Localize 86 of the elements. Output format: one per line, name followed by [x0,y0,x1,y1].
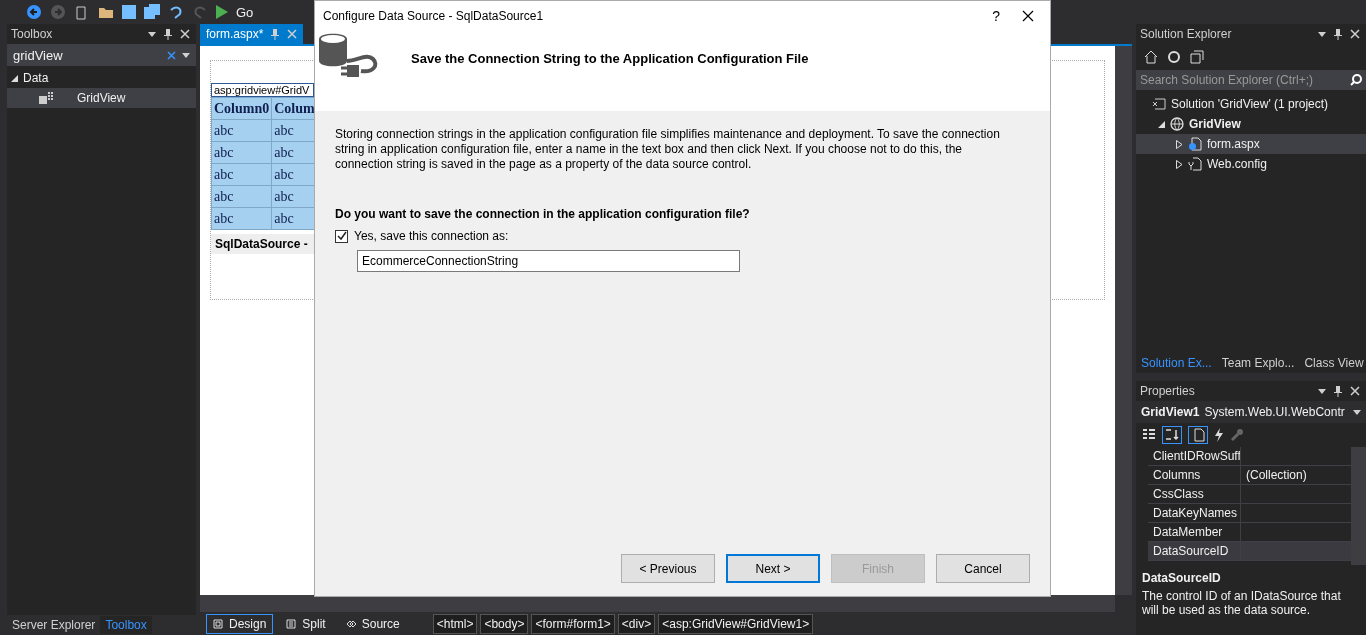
property-value[interactable]: (Collection) [1241,466,1351,484]
connection-name-field[interactable]: EcommerceConnectionString [357,250,740,272]
intro-paragraph: Storing connection strings in the application configuration file simplifies maintenance and deployment. To save the connection string in application configuration file, enter a name in the text box and then click Next. If you choose not to do this, the connection string is saved in the page as a property of the data source control. [335,127,1001,172]
dialog-button[interactable]: Cancel [936,554,1030,583]
design-view-icon [213,618,224,629]
tree-item[interactable]: Solution 'GridView' (1 project) [1136,94,1366,114]
tree-item[interactable]: Data [7,68,196,88]
grid-icon [39,92,53,104]
description-text: The control ID of an IDataSource that will be used as the data source. [1142,589,1342,617]
expanded-arrow-icon[interactable] [1158,120,1165,128]
breadcrumb[interactable]: <body> [480,613,529,634]
scrollbar[interactable] [1351,447,1366,565]
breadcrumb[interactable]: <div> [617,613,656,634]
expanded-arrow-icon[interactable] [11,74,18,82]
property-name[interactable]: ClientIDRowSuff [1148,447,1241,465]
property-name[interactable]: DataMember [1148,523,1241,541]
panel-title: Properties [1140,384,1196,398]
dropdown-icon[interactable] [1318,388,1326,394]
property-name[interactable]: DataKeyNames [1148,504,1241,522]
breadcrumb[interactable]: <asp:GridView#GridView1> [658,613,814,634]
tree-item[interactable]: GridView [1136,114,1366,134]
collapse-all-icon[interactable] [1190,50,1204,64]
pin-icon[interactable] [164,28,172,40]
scrollbar[interactable] [200,595,1115,612]
view-tab[interactable]: Source [338,613,407,634]
panel-tab[interactable]: Team Explo... [1216,354,1300,372]
scrollbar[interactable] [1115,46,1132,595]
panel-title: Solution Explorer [1140,27,1233,41]
pin-icon[interactable] [1334,28,1342,40]
wrench-icon [1230,428,1244,442]
undo-icon[interactable] [168,4,184,20]
property-name[interactable]: Columns [1148,466,1241,484]
breadcrumb[interactable]: <form#form1> [531,613,615,634]
save-all-icon[interactable] [144,4,160,20]
lightning-icon[interactable] [1214,428,1224,442]
view-tab[interactable]: Split [279,613,333,634]
panel-tab[interactable]: Class View [1299,354,1366,372]
home-icon[interactable] [1144,50,1158,64]
config-file-icon [1188,157,1202,171]
run-button[interactable]: Go [236,4,254,20]
help-button[interactable]: ? [980,8,1012,24]
table-cell: abc [211,163,272,186]
tree-item[interactable]: Web.config [1136,154,1366,174]
search-field[interactable]: Search Solution Explorer (Ctrl+;) [1136,70,1366,90]
question-text: Do you want to save the connection in the application configuration file? [335,207,751,221]
description-title: DataSourceID [1142,571,1222,585]
web-page-icon [1188,137,1202,151]
breadcrumb[interactable]: <html> [432,613,478,634]
checkbox-label[interactable]: Yes, save this connection as: [354,229,509,243]
solution-icon [1152,98,1166,110]
panel-tab[interactable]: Server Explorer [7,616,101,634]
tree-item[interactable]: GridView [7,88,196,108]
table-cell: abc [211,141,272,164]
table-cell: abc [211,185,272,208]
dropdown-icon[interactable] [1353,409,1361,415]
search-icon[interactable] [1350,74,1362,86]
dialog-button[interactable]: Next > [726,554,820,583]
window-title: Configure Data Source - SqlDataSource1 [323,9,545,23]
tree-item[interactable]: form.aspx [1136,134,1366,154]
pin-icon[interactable] [1334,385,1342,397]
sort-alphabetical-icon[interactable] [1162,426,1182,444]
dropdown-icon[interactable] [182,52,190,58]
panel-title: Toolbox [11,27,54,41]
control-tag: asp:gridview#GridV [211,83,314,97]
source-view-icon [345,618,357,629]
search-field[interactable]: gridView [7,44,196,66]
globe-icon [1170,117,1184,131]
categorized-icon[interactable] [1142,428,1156,442]
dropdown-icon[interactable] [148,31,156,37]
checkbox[interactable] [335,229,348,243]
dropdown-icon[interactable] [1318,31,1326,37]
back-icon[interactable] [26,4,42,20]
view-tab[interactable]: Design [206,613,274,634]
table-cell: abc [211,119,272,142]
close-icon[interactable] [1022,10,1034,22]
properties-icon[interactable] [1188,426,1208,444]
property-name[interactable]: CssClass [1148,485,1241,503]
split-view-icon [286,618,298,629]
page-heading: Save the Connection String to the Application Configuration File [411,50,809,66]
object-selector[interactable]: GridView1 System.Web.UI.WebContr [1136,401,1366,423]
table-cell: abc [211,207,272,230]
clear-icon[interactable] [167,50,176,60]
play-icon[interactable] [216,5,228,19]
dialog-button[interactable]: < Previous [621,554,715,583]
panel-tab[interactable]: Toolbox [100,616,152,634]
column-header: Column0 [211,97,272,120]
